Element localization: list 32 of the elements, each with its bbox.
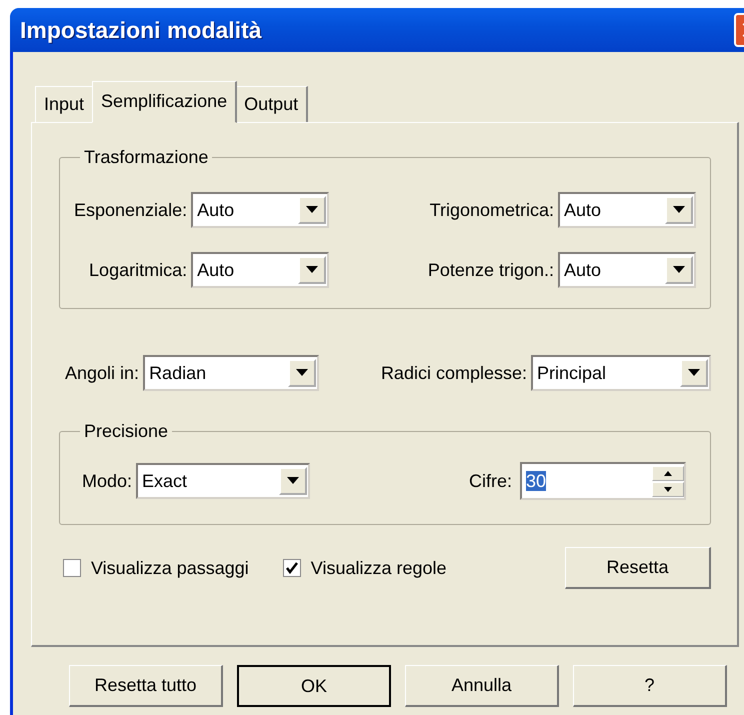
field-label: Logaritmica: xyxy=(88,260,188,280)
checkbox[interactable] xyxy=(282,559,301,577)
field-label: Potenze trigon.: xyxy=(428,260,554,280)
tab[interactable]: Input xyxy=(35,86,94,122)
checkbox-label: Visualizza regole xyxy=(310,558,447,578)
dropdown-field[interactable]: Principal xyxy=(531,355,711,391)
tab[interactable]: Semplificazione xyxy=(92,81,238,123)
group-title: Precisione xyxy=(83,421,170,442)
field-label: Radici complesse: xyxy=(380,362,527,384)
field-label: Cifre: xyxy=(468,470,512,492)
checkbox[interactable] xyxy=(63,559,81,577)
dialog-button[interactable]: Resetta tutto xyxy=(69,665,223,707)
dialog-button[interactable]: OK xyxy=(237,665,391,707)
dropdown-field[interactable]: Exact xyxy=(136,463,310,499)
dropdown-field[interactable]: Auto xyxy=(558,252,696,288)
checkbox-label: Visualizza passaggi xyxy=(91,558,249,578)
reset-button[interactable]: Resetta xyxy=(565,547,711,589)
field-label: Angoli in: xyxy=(65,362,140,384)
field-label: Esponenziale: xyxy=(74,200,188,220)
field-label: Modo: xyxy=(82,470,132,492)
field-label: Trigonometrica: xyxy=(428,200,554,220)
spin-arrows-icon[interactable] xyxy=(652,466,684,496)
dropdown-field[interactable]: Auto xyxy=(191,252,330,288)
dropdown-field[interactable]: Auto xyxy=(558,192,696,228)
group-title: Trasformazione xyxy=(83,147,210,168)
dialog-button[interactable]: Annulla xyxy=(405,665,559,707)
window-title: Impostazioni modalità xyxy=(20,16,262,44)
dropdown-field[interactable]: Auto xyxy=(191,192,330,228)
tab[interactable]: Output xyxy=(235,86,308,122)
dropdown-field[interactable]: Radian xyxy=(143,355,320,391)
dialog-button[interactable]: ? xyxy=(573,665,727,707)
number-spinner[interactable]: 30 xyxy=(520,462,686,500)
